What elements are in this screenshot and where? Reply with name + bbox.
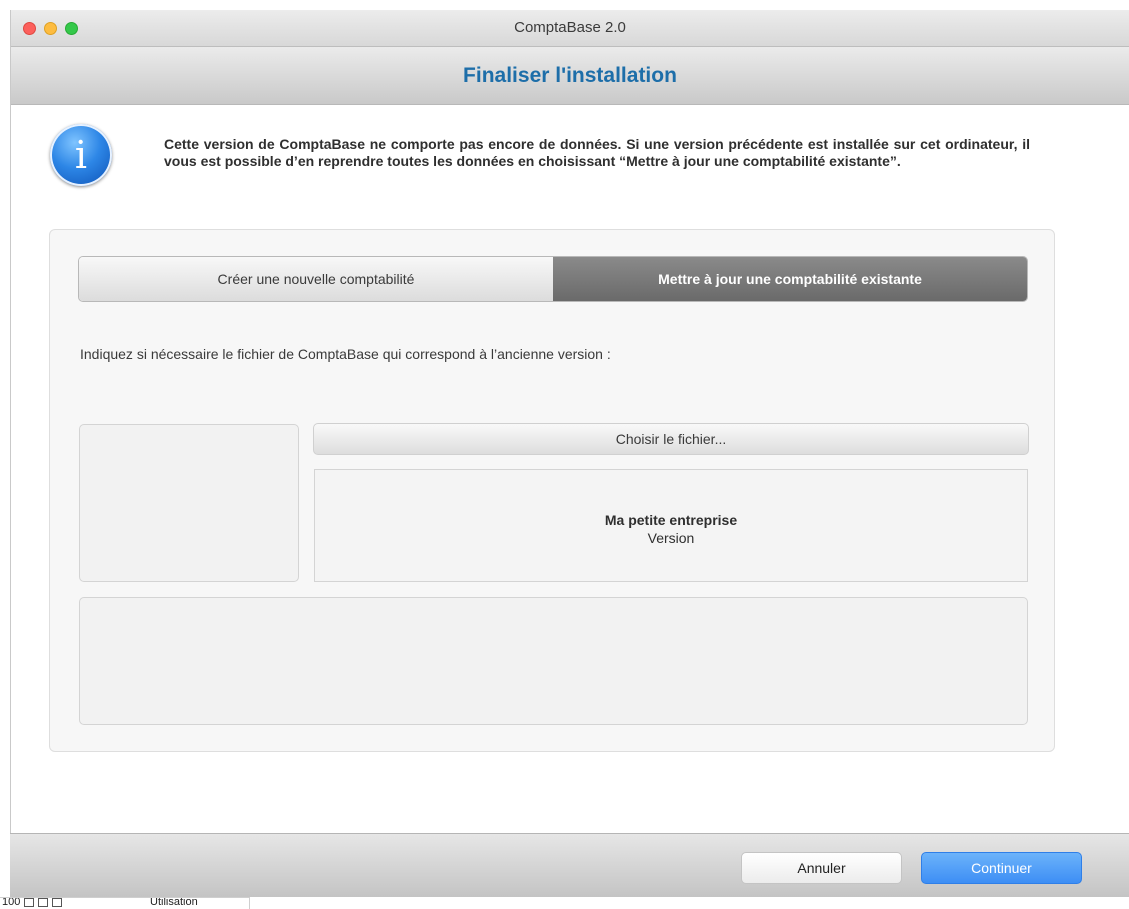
continue-button[interactable]: Continuer — [921, 852, 1082, 884]
tab-create-new[interactable]: Créer une nouvelle comptabilité — [79, 257, 553, 301]
file-preview-box — [79, 424, 299, 582]
mode-segmented-control: Créer une nouvelle comptabilité Mettre à… — [78, 256, 1028, 302]
footer-bar: Annuler Continuer — [10, 833, 1129, 897]
choose-file-button[interactable]: Choisir le fichier... — [313, 423, 1029, 455]
page-title: Finaliser l'installation — [463, 64, 677, 87]
add-icon[interactable] — [38, 898, 48, 907]
file-version: Version — [647, 530, 695, 546]
layout-icon[interactable] — [52, 898, 62, 907]
cancel-button[interactable]: Annuler — [741, 852, 902, 884]
window-controls — [23, 22, 78, 35]
tab-update-existing[interactable]: Mettre à jour une comptabilité existante — [553, 257, 1027, 301]
window-title: ComptaBase 2.0 — [514, 19, 626, 36]
close-window-button[interactable] — [23, 22, 36, 35]
minimize-window-button[interactable] — [44, 22, 57, 35]
file-name: Ma petite entreprise — [604, 512, 738, 528]
details-box — [79, 597, 1028, 725]
strip-label: Utilisation — [150, 897, 198, 908]
zoom-window-button[interactable] — [65, 22, 78, 35]
strip-icons — [24, 898, 62, 907]
page-header: Finaliser l'installation — [11, 47, 1129, 105]
view-icon[interactable] — [24, 898, 34, 907]
title-bar: ComptaBase 2.0 — [11, 10, 1129, 47]
file-info-box: Ma petite entreprise Version — [314, 469, 1028, 582]
zoom-value: 100 — [2, 897, 21, 908]
intro-text: Cette version de ComptaBase ne comporte … — [164, 136, 1030, 169]
instruction-text: Indiquez si nécessaire le fichier de Com… — [80, 346, 611, 362]
info-icon: i — [50, 124, 112, 186]
background-status-strip: 100 Utilisation — [0, 897, 250, 909]
